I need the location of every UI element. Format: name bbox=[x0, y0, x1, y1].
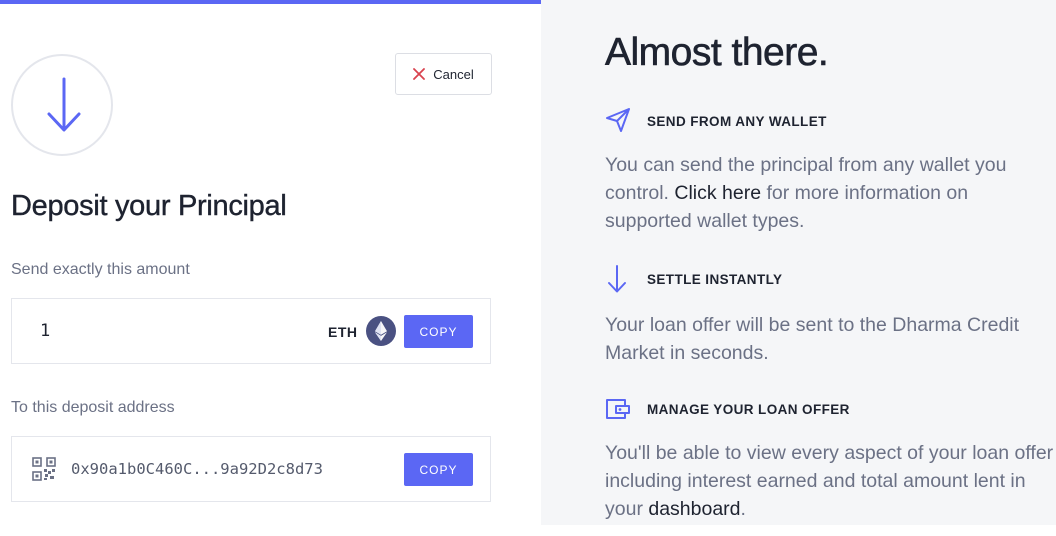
step-heading-settle: SETTLE INSTANTLY bbox=[647, 272, 783, 287]
wallet-icon bbox=[606, 399, 630, 419]
deposit-status-circle bbox=[11, 54, 113, 156]
info-title: Almost there. bbox=[605, 31, 829, 75]
arrow-down-icon bbox=[47, 77, 81, 132]
deposit-panel: Cancel Deposit your Principal Send exact… bbox=[0, 0, 541, 525]
amount-value[interactable]: 1 bbox=[40, 321, 50, 341]
step-body-manage-text-end: . bbox=[740, 498, 746, 520]
amount-label: Send exactly this amount bbox=[11, 261, 190, 278]
qr-code-icon bbox=[32, 457, 56, 481]
step-heading-send: SEND FROM ANY WALLET bbox=[647, 114, 827, 129]
address-field: 0x90a1b0C460C...9a92D2c8d73 COPY bbox=[11, 436, 491, 502]
ethereum-icon bbox=[366, 316, 396, 346]
token-symbol: ETH bbox=[328, 324, 358, 340]
arrow-down-icon bbox=[608, 265, 626, 293]
page: Cancel Deposit your Principal Send exact… bbox=[0, 0, 1056, 536]
copy-amount-button[interactable]: COPY bbox=[404, 315, 473, 348]
wallet-info-link[interactable]: Click here bbox=[674, 182, 761, 204]
address-label: To this deposit address bbox=[11, 399, 175, 416]
cancel-label: Cancel bbox=[433, 66, 474, 82]
deposit-address[interactable]: 0x90a1b0C460C...9a92D2c8d73 bbox=[71, 460, 323, 478]
amount-field: 1 ETH COPY bbox=[11, 298, 491, 364]
page-title: Deposit your Principal bbox=[11, 190, 287, 222]
dashboard-link[interactable]: dashboard bbox=[648, 498, 740, 520]
copy-address-button[interactable]: COPY bbox=[404, 453, 473, 486]
step-heading-manage: MANAGE YOUR LOAN OFFER bbox=[647, 402, 850, 417]
cancel-button[interactable]: Cancel bbox=[395, 53, 492, 95]
progress-bar bbox=[0, 0, 541, 4]
info-panel: Almost there. SEND FROM ANY WALLET You c… bbox=[541, 0, 1056, 525]
paper-plane-icon bbox=[606, 108, 630, 132]
step-body-manage: You'll be able to view every aspect of y… bbox=[605, 439, 1056, 523]
step-body-send: You can send the principal from any wall… bbox=[605, 151, 1056, 235]
step-body-settle: Your loan offer will be sent to the Dhar… bbox=[605, 314, 1020, 364]
close-icon bbox=[413, 68, 426, 80]
